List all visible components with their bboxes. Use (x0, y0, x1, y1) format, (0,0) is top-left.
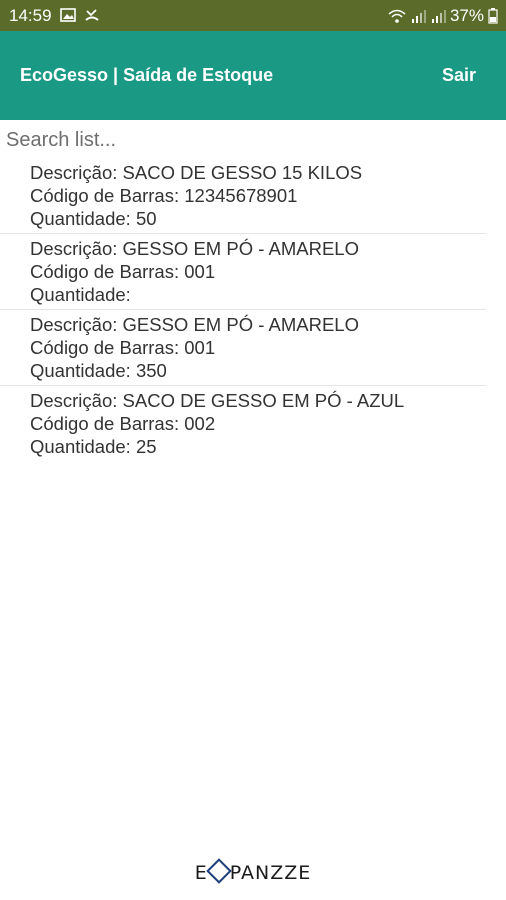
expanzze-logo: E PANZZE (0, 858, 506, 884)
logout-button[interactable]: Sair (442, 65, 476, 86)
notification-icons (60, 7, 100, 23)
app-bar: EcoGesso | Saída de Estoque Sair (0, 31, 506, 120)
status-bar: 14:59 37% (0, 0, 506, 31)
image-icon (60, 8, 76, 22)
stock-list: Descrição: SACO DE GESSO 15 KILOS Código… (0, 158, 506, 461)
logo-diamond-icon (206, 858, 232, 884)
list-item[interactable]: Descrição: GESSO EM PÓ - AMARELO Código … (0, 310, 486, 386)
missed-call-icon (85, 9, 99, 21)
list-item[interactable]: Descrição: SACO DE GESSO 15 KILOS Código… (0, 158, 486, 234)
item-quantidade: Quantidade: 25 (30, 436, 157, 457)
app-title: EcoGesso | Saída de Estoque (20, 65, 274, 85)
item-descricao: Descrição: SACO DE GESSO 15 KILOS (30, 162, 363, 183)
item-codigo: Código de Barras: 001 (30, 261, 216, 282)
list-item[interactable]: Descrição: GESSO EM PÓ - AMARELO Código … (0, 234, 486, 310)
battery-icon (488, 8, 498, 24)
item-codigo: Código de Barras: 12345678901 (30, 185, 298, 206)
item-descricao: Descrição: GESSO EM PÓ - AMARELO (30, 238, 359, 259)
status-right: 37% (388, 6, 498, 26)
battery-percent: 37% (449, 6, 484, 25)
signal-icon (431, 10, 446, 23)
item-codigo: Código de Barras: 002 (30, 413, 216, 434)
item-quantidade: Quantidade: 350 (30, 360, 167, 381)
logo-text-left: E (194, 862, 208, 884)
status-time: 14:59 (9, 6, 52, 25)
item-codigo: Código de Barras: 001 (30, 337, 216, 358)
search-input[interactable] (0, 124, 496, 156)
list-item[interactable]: Descrição: SACO DE GESSO EM PÓ - AZUL Có… (0, 386, 486, 461)
signal-icon (411, 10, 426, 23)
logo-text-right: PANZZE (229, 862, 312, 884)
wifi-icon (388, 9, 406, 23)
item-descricao: Descrição: SACO DE GESSO EM PÓ - AZUL (30, 390, 405, 411)
item-descricao: Descrição: GESSO EM PÓ - AMARELO (30, 314, 359, 335)
item-quantidade: Quantidade: 50 (30, 208, 157, 229)
item-quantidade: Quantidade: (30, 284, 131, 305)
